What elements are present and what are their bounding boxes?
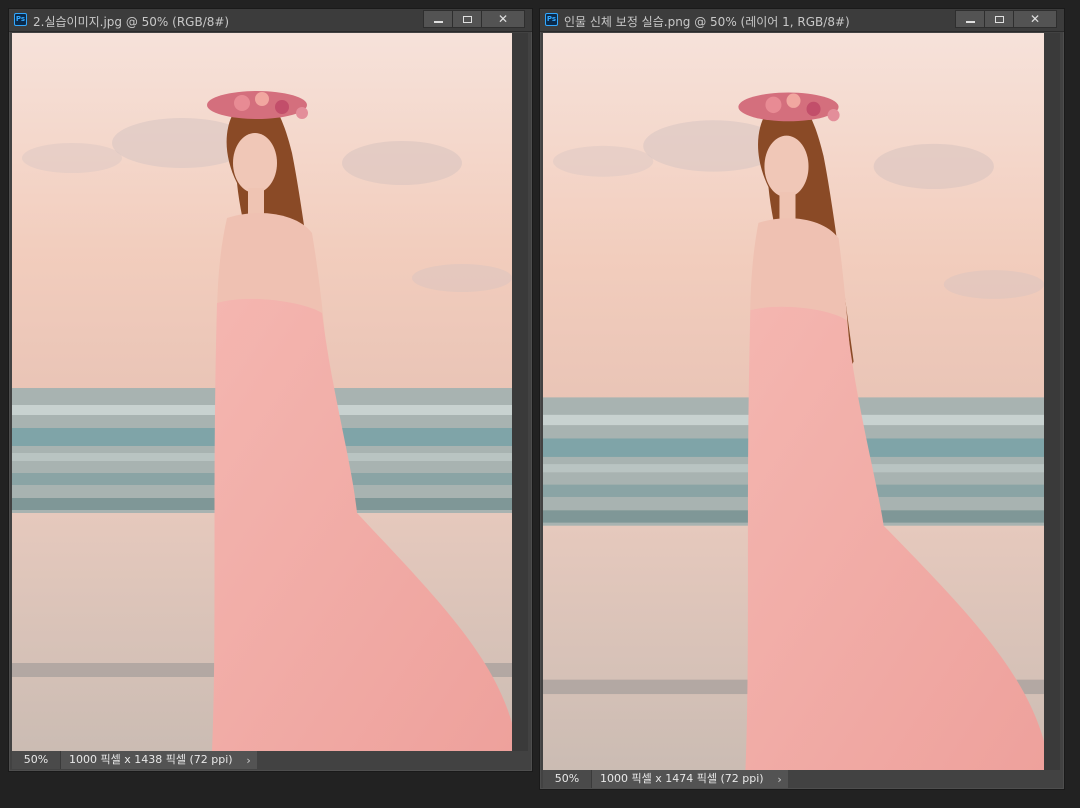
close-button[interactable]: ✕ <box>481 10 525 28</box>
status-bar: 50% 1000 픽셀 x 1438 픽셀 (72 ppi) › <box>12 751 528 769</box>
beach-portrait-image-retouched <box>543 33 1044 770</box>
document-size-info: 1000 픽셀 x 1474 픽셀 (72 ppi) <box>600 772 764 785</box>
zoom-level[interactable]: 50% <box>543 770 592 788</box>
document-window-1[interactable]: Ps 2.실습이미지.jpg @ 50% (RGB/8#) ✕ 50% 1000… <box>8 8 533 772</box>
minimize-icon <box>433 21 443 23</box>
status-menu-arrow-icon[interactable]: › <box>772 773 788 786</box>
minimize-button[interactable] <box>955 10 985 28</box>
document-size-info: 1000 픽셀 x 1438 픽셀 (72 ppi) <box>69 753 233 766</box>
title-bar[interactable]: Ps 인물 신체 보정 실습.png @ 50% (레이어 1, RGB/8#)… <box>540 9 1064 32</box>
maximize-icon <box>462 15 472 23</box>
photoshop-app-icon: Ps <box>14 13 27 26</box>
status-bar-empty-area <box>256 751 528 769</box>
zoom-level[interactable]: 50% <box>12 751 61 769</box>
photoshop-app-icon: Ps <box>545 13 558 26</box>
status-bar: 50% 1000 픽셀 x 1474 픽셀 (72 ppi) › <box>543 770 1060 788</box>
document-window-2[interactable]: Ps 인물 신체 보정 실습.png @ 50% (레이어 1, RGB/8#)… <box>539 8 1065 790</box>
status-menu-arrow-icon[interactable]: › <box>241 754 257 767</box>
vertical-scrollbar[interactable] <box>1044 33 1060 770</box>
document-title: 인물 신체 보정 실습.png @ 50% (레이어 1, RGB/8#) <box>564 15 850 29</box>
beach-portrait-image <box>12 33 512 751</box>
status-bar-empty-area <box>787 770 1060 788</box>
minimize-button[interactable] <box>423 10 453 28</box>
title-bar[interactable]: Ps 2.실습이미지.jpg @ 50% (RGB/8#) ✕ <box>9 9 532 32</box>
document-title: 2.실습이미지.jpg @ 50% (RGB/8#) <box>33 15 230 29</box>
maximize-icon <box>994 15 1004 23</box>
close-button[interactable]: ✕ <box>1013 10 1057 28</box>
close-icon: ✕ <box>1029 12 1041 26</box>
vertical-scrollbar[interactable] <box>512 33 528 751</box>
minimize-icon <box>965 21 975 23</box>
close-icon: ✕ <box>497 12 509 26</box>
image-canvas[interactable] <box>543 33 1044 770</box>
maximize-button[interactable] <box>984 10 1014 28</box>
image-canvas[interactable] <box>12 33 512 751</box>
maximize-button[interactable] <box>452 10 482 28</box>
